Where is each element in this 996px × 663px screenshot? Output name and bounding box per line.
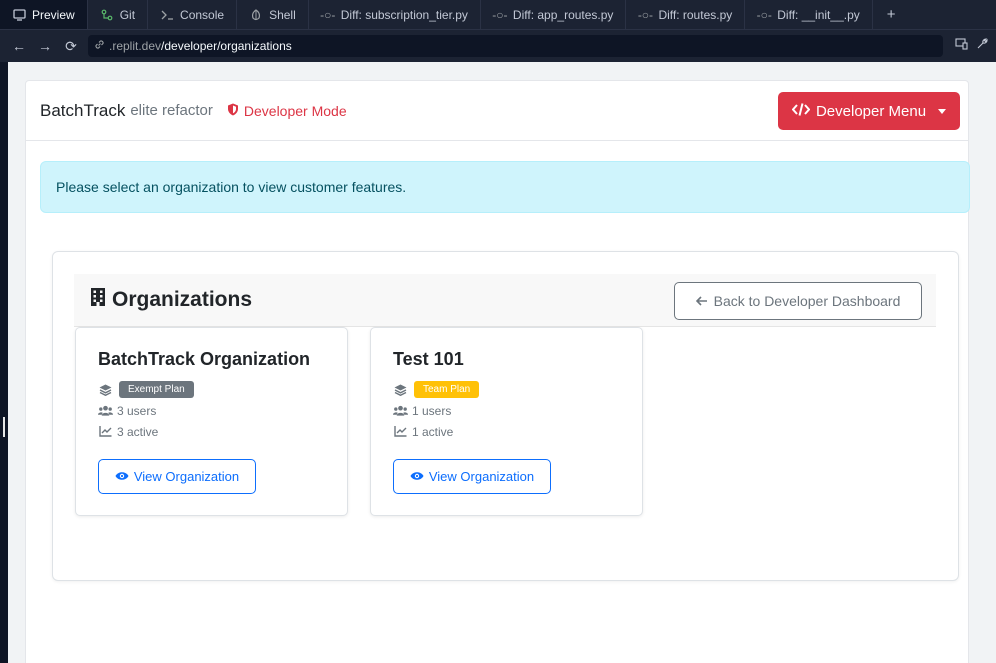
diff-icon: -○-: [320, 7, 336, 22]
back-button-label: Back to Developer Dashboard: [713, 293, 901, 309]
wrench-icon[interactable]: [976, 37, 988, 55]
new-tab-button[interactable]: +: [873, 0, 910, 29]
tab-git[interactable]: Git: [88, 0, 149, 29]
page-title: Organizations: [112, 288, 253, 311]
line-chart-icon: [98, 426, 113, 437]
line-chart-icon: [393, 426, 408, 437]
chevron-down-icon: [938, 108, 947, 114]
eye-icon: [410, 469, 424, 484]
link-icon: [94, 39, 105, 53]
main-content: Please select an organization to view cu…: [25, 141, 970, 663]
shield-icon: [227, 103, 239, 119]
layers-icon: [98, 384, 113, 396]
back-arrow-icon[interactable]: ←: [8, 35, 30, 57]
layers-icon: [393, 384, 408, 396]
info-alert-text: Please select an organization to view cu…: [56, 179, 407, 195]
url-path: /developer/organizations: [161, 39, 292, 53]
developer-menu-label: Developer Menu: [815, 102, 927, 120]
tab-diff-subscription-tier[interactable]: -○- Diff: subscription_tier.py: [309, 0, 481, 29]
tab-label: Shell: [269, 7, 296, 22]
tab-label: Diff: __init__.py: [777, 7, 860, 22]
tab-label: Preview: [32, 7, 75, 22]
plan-badge: Team Plan: [414, 381, 480, 398]
ide-tab-bar: Preview Git Console Shell -○- Diff: subs…: [0, 0, 996, 30]
git-icon: [100, 8, 114, 22]
tab-label: Diff: app_routes.py: [512, 7, 614, 22]
plan-badge: Exempt Plan: [119, 381, 194, 398]
monitor-icon: [12, 8, 26, 22]
organization-card: BatchTrack Organization Exempt Plan 3 us…: [75, 327, 348, 516]
users-icon: [393, 405, 408, 416]
info-alert: Please select an organization to view cu…: [40, 161, 970, 213]
devices-icon[interactable]: [955, 37, 968, 55]
app-navbar: BatchTrack elite refactor Developer Mode…: [25, 80, 969, 141]
preview-url-bar: ← → ⟳ .replit.dev/developer/organization…: [0, 30, 996, 62]
brand-name[interactable]: BatchTrack: [40, 101, 125, 121]
resize-handle[interactable]: [3, 417, 5, 437]
url-host: .replit.dev: [109, 39, 162, 53]
tab-preview[interactable]: Preview: [0, 0, 88, 29]
tab-label: Diff: routes.py: [658, 7, 733, 22]
active-count: 3 active: [117, 424, 159, 439]
reload-icon[interactable]: ⟳: [60, 35, 82, 57]
tab-diff-routes[interactable]: -○- Diff: routes.py: [626, 0, 746, 29]
brand-subtitle: elite refactor: [130, 102, 213, 119]
view-organization-button[interactable]: View Organization: [98, 459, 256, 494]
diff-icon: -○-: [492, 7, 508, 22]
tab-label: Diff: subscription_tier.py: [340, 7, 468, 22]
shell-icon: [249, 8, 263, 22]
user-count: 3 users: [117, 403, 157, 418]
organization-name: Test 101: [393, 349, 464, 369]
organizations-panel: Organizations Back to Developer Dashboar…: [52, 251, 959, 581]
tab-diff-init[interactable]: -○- Diff: __init__.py: [745, 0, 873, 29]
code-icon: [791, 102, 811, 120]
eye-icon: [115, 469, 129, 484]
tab-label: Git: [119, 7, 136, 22]
arrow-left-icon: [695, 293, 708, 309]
terminal-icon: [160, 8, 174, 22]
plus-icon: +: [886, 6, 896, 23]
url-input[interactable]: .replit.dev/developer/organizations: [88, 35, 943, 57]
view-organization-label: View Organization: [428, 469, 535, 484]
tab-label: Console: [180, 7, 225, 22]
organizations-header: Organizations Back to Developer Dashboar…: [74, 274, 936, 327]
diff-icon: -○-: [756, 7, 772, 22]
active-count: 1 active: [412, 424, 454, 439]
diff-icon: -○-: [637, 7, 654, 22]
users-icon: [98, 405, 113, 416]
user-count: 1 users: [412, 403, 452, 418]
resize-strip: [0, 62, 8, 663]
view-organization-label: View Organization: [133, 469, 240, 484]
forward-arrow-icon[interactable]: →: [34, 35, 56, 57]
building-icon: [90, 287, 106, 313]
tab-diff-app-routes[interactable]: -○- Diff: app_routes.py: [481, 0, 627, 29]
view-organization-button[interactable]: View Organization: [393, 459, 551, 494]
developer-mode-label: Developer Mode: [243, 102, 347, 119]
developer-menu-button[interactable]: Developer Menu: [778, 92, 960, 130]
organization-card: Test 101 Team Plan 1 users 1 active View…: [370, 327, 643, 516]
back-to-dashboard-button[interactable]: Back to Developer Dashboard: [674, 282, 922, 320]
preview-page: BatchTrack elite refactor Developer Mode…: [8, 62, 996, 663]
organization-name: BatchTrack Organization: [98, 349, 311, 369]
developer-mode-indicator: Developer Mode: [227, 103, 347, 119]
tab-shell[interactable]: Shell: [237, 0, 309, 29]
tab-console[interactable]: Console: [148, 0, 238, 29]
